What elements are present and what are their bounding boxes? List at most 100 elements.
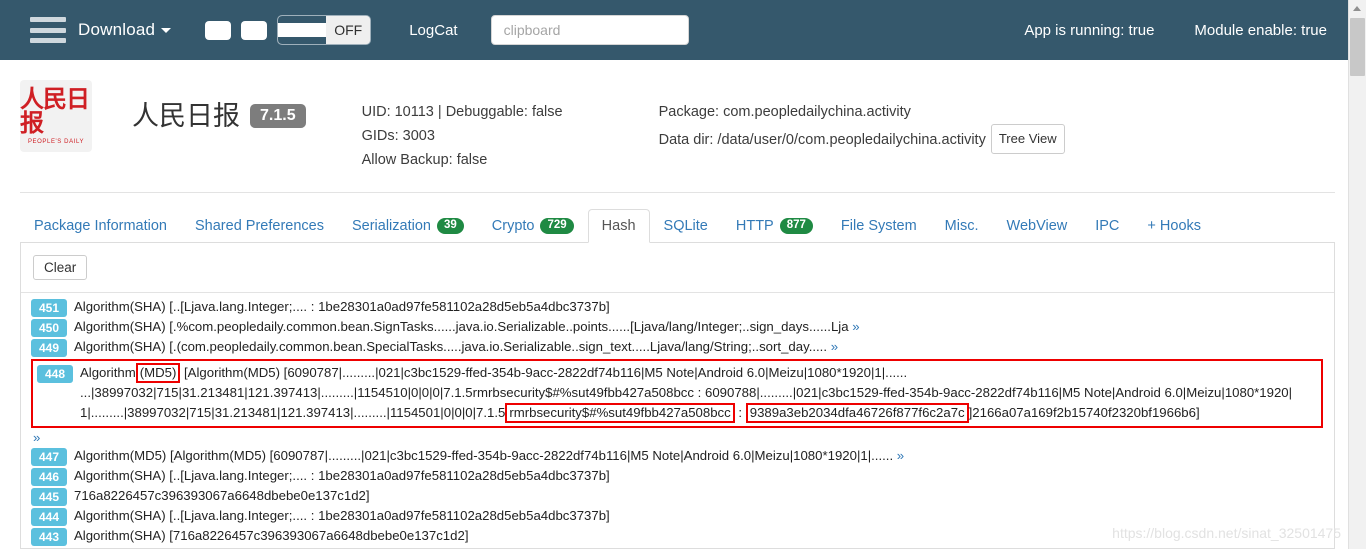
highlight-box-hash-value: 9389a3eb2034dfa46726f877f6c2a7c bbox=[745, 403, 969, 423]
log-line-text: Algorithm(MD5) [Algorithm(MD5) [6090787|… bbox=[80, 363, 1317, 423]
app-name: 人民日报 7.1.5 bbox=[132, 94, 306, 133]
log-line-number: 447 bbox=[31, 448, 67, 466]
tab-http[interactable]: HTTP 877 bbox=[722, 209, 827, 243]
nav-mini-button-2[interactable] bbox=[241, 20, 268, 40]
app-version-badge: 7.1.5 bbox=[250, 104, 306, 128]
log-line-text: Algorithm(SHA) [.%com.peopledaily.common… bbox=[74, 317, 1334, 337]
log-expand-chevron-icon[interactable]: » bbox=[33, 430, 40, 445]
log-line-body: Algorithm(SHA) [716a8226457c396393067a66… bbox=[74, 528, 469, 543]
tab-file-system[interactable]: File System bbox=[827, 209, 931, 243]
logcat-link[interactable]: LogCat bbox=[409, 22, 457, 39]
scrollbar-thumb[interactable] bbox=[1350, 18, 1365, 76]
log-line-separator: : bbox=[734, 405, 746, 420]
log-row[interactable]: 445 716a8226457c396393067a6648dbebe0e137c… bbox=[31, 486, 1334, 506]
log-expand-chevron-icon[interactable]: » bbox=[831, 339, 838, 354]
log-line-text: 716a8226457c396393067a6648dbebe0e137c1d2… bbox=[74, 486, 1334, 506]
top-navbar: Download OFF LogCat App is running: true… bbox=[0, 0, 1349, 60]
log-line-text: Algorithm(SHA) [716a8226457c396393067a66… bbox=[74, 526, 1334, 546]
log-line-body: Algorithm(SHA) [.%com.peopledaily.common… bbox=[74, 319, 849, 334]
log-row[interactable]: 446 Algorithm(SHA) [..[Ljava.lang.Integer… bbox=[31, 466, 1334, 486]
tab-shared-preferences[interactable]: Shared Preferences bbox=[181, 209, 338, 243]
log-line-number: 450 bbox=[31, 319, 67, 337]
tab-count-badge: 877 bbox=[779, 218, 813, 234]
log-algorithm-suffix: [Algorithm(MD5) [6090787|.........|021|c… bbox=[180, 365, 908, 380]
log-line-text: Algorithm(MD5) [Algorithm(MD5) [6090787|… bbox=[74, 446, 1334, 466]
log-row[interactable]: 443 Algorithm(SHA) [716a8226457c396393067… bbox=[31, 526, 1334, 546]
log-row[interactable]: 449 Algorithm(SHA) [.(com.peopledaily.com… bbox=[31, 337, 1334, 357]
log-line-text: Algorithm(SHA) [..[Ljava.lang.Integer;..… bbox=[74, 297, 1334, 317]
app-data-dir-row: Data dir: /data/user/0/com.peopledailych… bbox=[659, 124, 1065, 154]
app-info-right-column: Package: com.peopledailychina.activity D… bbox=[659, 100, 1065, 154]
toggle-knob bbox=[278, 16, 327, 44]
log-expand-chevron-icon[interactable]: » bbox=[897, 448, 904, 463]
log-row[interactable]: 447 Algorithm(MD5) [Algorithm(MD5) [60907… bbox=[31, 446, 1334, 466]
app-running-status: App is running: true bbox=[1024, 21, 1155, 39]
tab-label: SQLite bbox=[663, 218, 708, 234]
app-gids-line: GIDs: 3003 bbox=[361, 128, 435, 144]
tab-webview[interactable]: WebView bbox=[993, 209, 1082, 243]
tab-crypto[interactable]: Crypto 729 bbox=[478, 209, 588, 243]
section-divider bbox=[20, 192, 1335, 193]
panel-toolbar: Clear bbox=[21, 243, 1334, 293]
highlight-box-salt-key: rmrbsecurity$#%sut49fbb427a508bcc bbox=[505, 403, 735, 423]
page-scrollbar[interactable] bbox=[1348, 0, 1366, 549]
tab-package-information[interactable]: Package Information bbox=[20, 209, 181, 243]
log-row[interactable]: 444 Algorithm(SHA) [..[Ljava.lang.Integer… bbox=[31, 506, 1334, 526]
highlighted-log-expander[interactable]: » bbox=[31, 430, 1334, 446]
chevron-down-icon bbox=[161, 28, 172, 34]
log-row[interactable]: 450 Algorithm(SHA) [.%com.peopledaily.com… bbox=[31, 317, 1334, 337]
tab-label: + Hooks bbox=[1147, 218, 1202, 234]
app-icon-cn-text: 人民日报 bbox=[20, 85, 90, 137]
log-row[interactable]: 448 Algorithm (MD5) [Algorithm(MD5) [60907… bbox=[37, 363, 1317, 423]
app-icon-en-text: PEOPLE'S DAILY bbox=[27, 139, 85, 145]
toggle-state-label: OFF bbox=[326, 16, 371, 44]
app-uid-line: UID: 10113 | Debuggable: false bbox=[361, 104, 563, 120]
app-icon: 人民日报 PEOPLE'S DAILY bbox=[20, 80, 92, 152]
tab-serialization[interactable]: Serialization 39 bbox=[338, 209, 478, 243]
log-line-number: 449 bbox=[31, 339, 67, 357]
log-line-number: 444 bbox=[31, 508, 67, 526]
tab-label: Hash bbox=[601, 218, 636, 234]
log-line-number: 445 bbox=[31, 488, 67, 506]
tab-label: IPC bbox=[1095, 218, 1120, 234]
log-line-number: 448 bbox=[37, 365, 73, 383]
tab-misc[interactable]: Misc. bbox=[931, 209, 993, 243]
nav-mini-button-1[interactable] bbox=[205, 20, 232, 40]
download-menu[interactable]: Download bbox=[78, 20, 172, 40]
module-toggle-switch[interactable]: OFF bbox=[277, 15, 372, 45]
log-line-text: Algorithm(SHA) [.(com.peopledaily.common… bbox=[74, 337, 1334, 357]
log-algorithm-prefix: Algorithm bbox=[80, 365, 136, 380]
app-allow-backup-line: Allow Backup: false bbox=[361, 152, 488, 168]
hash-log-panel: Clear 451 Algorithm(SHA) [..[Ljava.lang.I… bbox=[20, 243, 1335, 549]
app-package-line: Package: com.peopledailychina.activity bbox=[658, 104, 911, 120]
tab-label: HTTP bbox=[735, 218, 774, 234]
tab-hooks[interactable]: + Hooks bbox=[1133, 209, 1215, 243]
tab-label: File System bbox=[840, 218, 917, 234]
log-line-body: Algorithm(MD5) [Algorithm(MD5) [6090787|… bbox=[74, 448, 894, 463]
clear-button[interactable]: Clear bbox=[33, 255, 88, 280]
log-line-body: Algorithm(SHA) [..[Ljava.lang.Integer;..… bbox=[74, 299, 610, 314]
log-line-number: 443 bbox=[31, 528, 67, 546]
log-line-number: 451 bbox=[31, 299, 67, 317]
tab-label: Crypto bbox=[491, 218, 535, 234]
tree-view-button[interactable]: Tree View bbox=[990, 124, 1065, 154]
hamburger-icon[interactable] bbox=[30, 17, 66, 43]
hamburger-bar bbox=[30, 17, 66, 22]
log-line-continuation-3: 1|.........|38997032|715|31.213481|121.3… bbox=[80, 405, 506, 420]
module-enable-status: Module enable: true bbox=[1194, 21, 1327, 39]
tab-sqlite[interactable]: SQLite bbox=[650, 209, 722, 243]
tab-hash[interactable]: Hash bbox=[587, 209, 650, 243]
log-line-body: Algorithm(SHA) [..[Ljava.lang.Integer;..… bbox=[74, 468, 610, 483]
tab-ipc[interactable]: IPC bbox=[1081, 209, 1133, 243]
app-info-section: 人民日报 PEOPLE'S DAILY 人民日报 7.1.5 UID: 10113… bbox=[0, 60, 1349, 185]
log-expand-chevron-icon[interactable]: » bbox=[852, 319, 859, 334]
log-line-body: Algorithm(SHA) [.(com.peopledaily.common… bbox=[74, 339, 828, 354]
log-row[interactable]: 451 Algorithm(SHA) [..[Ljava.lang.Integer… bbox=[31, 297, 1334, 317]
highlighted-log-block[interactable]: 448 Algorithm (MD5) [Algorithm(MD5) [60907… bbox=[31, 359, 1323, 428]
navbar-status-group: App is running: true Module enable: true bbox=[984, 22, 1349, 39]
clipboard-input[interactable] bbox=[490, 15, 689, 45]
app-name-label: 人民日报 bbox=[132, 101, 240, 132]
tab-label: WebView bbox=[1006, 218, 1068, 234]
hamburger-bar bbox=[30, 27, 66, 33]
scroll-up-arrow-icon[interactable] bbox=[1349, 0, 1366, 17]
